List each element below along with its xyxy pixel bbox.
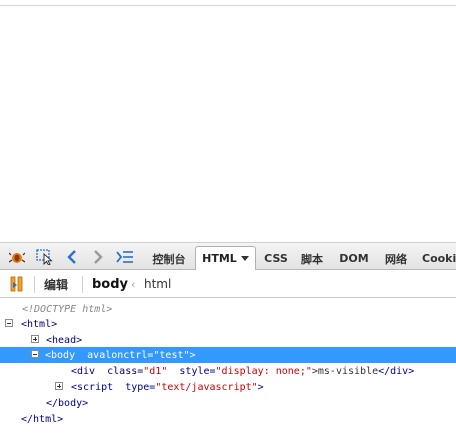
tab-script[interactable]: 脚本 <box>295 246 329 271</box>
tree-node-head[interactable]: <head> <box>0 332 456 348</box>
html-tree: <!DOCTYPE html> <html> <head> <body aval… <box>0 298 456 434</box>
tree-node-div[interactable]: <div class="d1" style="display: none;">m… <box>0 363 456 379</box>
toolbar-separator <box>82 276 83 293</box>
tab-net[interactable]: 网络 <box>377 246 415 271</box>
breadcrumb-body[interactable]: body <box>92 275 128 293</box>
back-arrow-icon[interactable] <box>64 247 80 267</box>
expand-toggle-icon[interactable] <box>55 382 63 390</box>
html-panel-toolbar: 编辑 body ‹ html <box>0 270 456 298</box>
tree-node-html-close[interactable]: </html> <box>0 411 456 427</box>
tree-node-body-close[interactable]: </body> <box>0 395 456 411</box>
collapse-toggle-icon[interactable] <box>31 350 39 358</box>
inspect-element-icon[interactable] <box>34 247 56 267</box>
tree-node-doctype[interactable]: <!DOCTYPE html> <box>0 301 456 317</box>
layout-toggle-icon[interactable] <box>8 274 26 294</box>
breadcrumb-separator-icon: ‹ <box>131 277 136 291</box>
firebug-toolbar: 控制台 HTML CSS 脚本 DOM 网络 Cookie <box>0 242 456 270</box>
tree-node-html[interactable]: <html> <box>0 316 456 332</box>
collapse-toggle-icon[interactable] <box>5 319 13 327</box>
tab-css[interactable]: CSS <box>259 246 293 271</box>
tab-dom[interactable]: DOM <box>334 246 374 271</box>
toolbar-separator <box>34 276 35 293</box>
tree-node-body-selected[interactable]: <body avalonctrl="test"> <box>0 347 456 363</box>
forward-arrow-icon[interactable] <box>90 247 106 267</box>
expand-toggle-icon[interactable] <box>31 335 39 343</box>
command-line-icon[interactable] <box>114 247 136 267</box>
tab-console[interactable]: 控制台 <box>146 246 192 271</box>
breadcrumb-html[interactable]: html <box>144 275 171 293</box>
firebug-bug-icon[interactable] <box>6 247 28 267</box>
page-viewport <box>0 6 456 242</box>
tab-cookies[interactable]: Cookie <box>418 246 456 271</box>
edit-button[interactable]: 编辑 <box>44 275 68 293</box>
chevron-down-icon[interactable] <box>240 256 249 261</box>
tree-node-script[interactable]: <script type="text/javascript"> <box>0 379 456 395</box>
tab-html[interactable]: HTML <box>195 246 256 270</box>
